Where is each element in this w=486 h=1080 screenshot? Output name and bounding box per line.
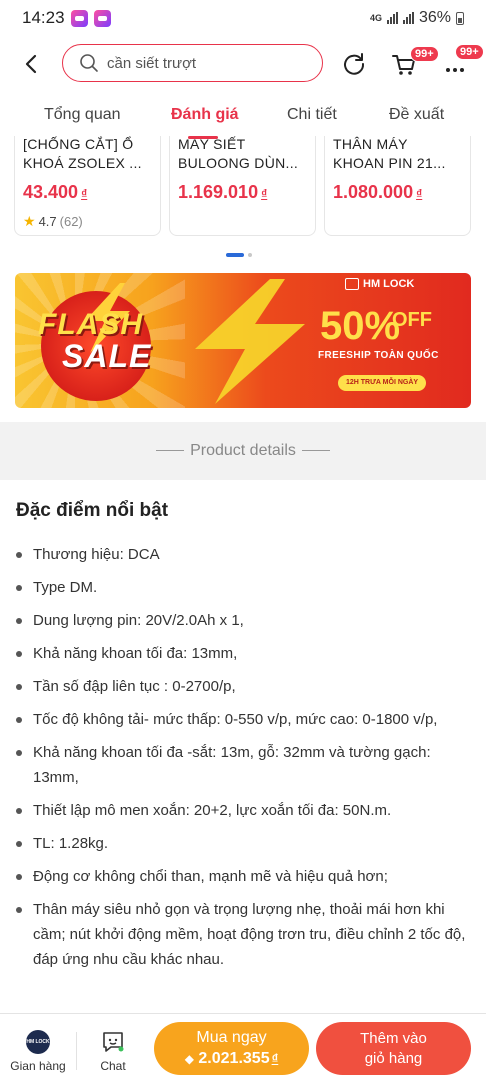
feature-list: Thương hiệu: DCA Type DM. Dung lượng pin…	[16, 542, 468, 980]
banner-flash-text: FLASH	[38, 308, 143, 341]
flash-icon	[195, 279, 305, 404]
refresh-icon[interactable]	[340, 50, 368, 78]
buy-now-button[interactable]: Mua ngay ◆ 2.021.355 ₫	[154, 1022, 309, 1075]
chat-icon	[103, 1032, 124, 1052]
list-item: Dung lượng pin: 20V/2.0Ah x 1,	[16, 608, 468, 633]
search-query: cần siết trượt	[107, 54, 197, 72]
signal-icon	[402, 12, 414, 24]
list-item: Tần số đập liên tục : 0-2700/p,	[16, 674, 468, 699]
shop-avatar-icon: HM LOCK	[26, 1030, 50, 1054]
banner-time-pill: 12H TRƯA MỖI NGÀY	[338, 375, 427, 391]
product-price: 1.169.010	[178, 182, 259, 202]
tab-reviews[interactable]: Đánh giá	[171, 106, 239, 124]
product-rating: ★ 4.7 (62)	[23, 213, 83, 229]
list-item: Thân máy siêu nhỏ gọn và trọng lượng nhẹ…	[16, 897, 468, 972]
back-arrow-icon[interactable]	[20, 52, 44, 76]
product-name: THÂN MÁY	[333, 136, 408, 152]
list-item: Khả năng khoan tối đa: 13mm,	[16, 641, 468, 666]
product-price: 1.080.000	[333, 182, 414, 202]
list-item: Thiết lập mô men xoắn: 20+2, lực xoắn tố…	[16, 798, 468, 823]
list-item: Động cơ không chổi than, mạnh mẽ và hiệu…	[16, 864, 468, 889]
search-input[interactable]: cần siết trượt	[62, 44, 323, 82]
more-badge: 99+	[455, 44, 484, 60]
search-icon	[80, 54, 98, 72]
add-to-cart-button[interactable]: Thêm vào giỏ hàng	[316, 1022, 471, 1075]
banner-off-text: OFF	[392, 309, 432, 331]
signal-icon	[386, 12, 398, 24]
search-header: cần siết trượt 99+ 99+	[0, 40, 486, 90]
shop-button[interactable]: HM LOCK Gian hàng	[8, 1030, 68, 1073]
network-type: 4G	[369, 13, 382, 23]
carousel-indicator	[226, 253, 252, 257]
product-tabs: Tổng quan Đánh giá Chi tiết Đề xuất	[0, 100, 486, 134]
battery-icon	[456, 11, 464, 25]
chat-button[interactable]: Chat	[88, 1030, 138, 1073]
product-card[interactable]: [CHỐNG CẮT] Ổ KHOÁ ZSOLEX ... 43.400 ₫ ★ …	[14, 136, 161, 236]
bottom-action-bar: HM LOCK Gian hàng Chat Mua ngay ◆ 2.021.…	[0, 1013, 486, 1080]
features-heading: Đặc điểm nổi bật	[16, 500, 169, 521]
cart-badge: 99+	[410, 46, 439, 62]
active-tab-indicator	[188, 136, 218, 139]
product-name: KHOÁ ZSOLEX ...	[23, 155, 142, 171]
product-card[interactable]: THÂN MÁY KHOAN PIN 21... 1.080.000 ₫	[324, 136, 471, 236]
product-name: BULOONG DÙN...	[178, 155, 299, 171]
notification-app-icon	[93, 9, 111, 27]
tab-overview[interactable]: Tổng quan	[44, 106, 121, 124]
banner-sale-text: SALE	[62, 338, 152, 374]
banner-discount: 50%	[320, 304, 401, 348]
list-item: TL: 1.28kg.	[16, 831, 468, 856]
product-details-title: Product details	[0, 442, 486, 460]
brand-logo: HM LOCK	[345, 278, 414, 290]
buy-now-price: 2.021.355	[198, 1050, 270, 1067]
product-card[interactable]: MÁY SIẾT BULOONG DÙN... 1.169.010 ₫	[169, 136, 316, 236]
flash-icon: ◆	[184, 1052, 194, 1066]
battery-percent: 36%	[418, 9, 451, 26]
banner-freeship: FREESHIP TOÀN QUỐC	[318, 350, 439, 361]
status-bar: 14:23 4G 36%	[0, 0, 486, 36]
star-icon: ★	[23, 213, 36, 229]
product-name: KHOAN PIN 21...	[333, 155, 446, 171]
product-name: [CHỐNG CẮT] Ổ	[23, 136, 134, 152]
tab-recommended[interactable]: Đề xuất	[389, 106, 444, 124]
tab-details[interactable]: Chi tiết	[287, 106, 337, 124]
list-item: Khả năng khoan tối đa -sắt: 13m, gỗ: 32m…	[16, 740, 468, 790]
related-products: [CHỐNG CẮT] Ổ KHOÁ ZSOLEX ... 43.400 ₫ ★ …	[0, 136, 486, 240]
list-item: Tốc độ không tải- mức thấp: 0-550 v/p, m…	[16, 707, 468, 732]
product-price: 43.400	[23, 182, 79, 202]
list-item: Thương hiệu: DCA	[16, 542, 468, 567]
notification-app-icon	[70, 9, 88, 27]
list-item: Type DM.	[16, 575, 468, 600]
status-time: 14:23	[22, 8, 65, 27]
